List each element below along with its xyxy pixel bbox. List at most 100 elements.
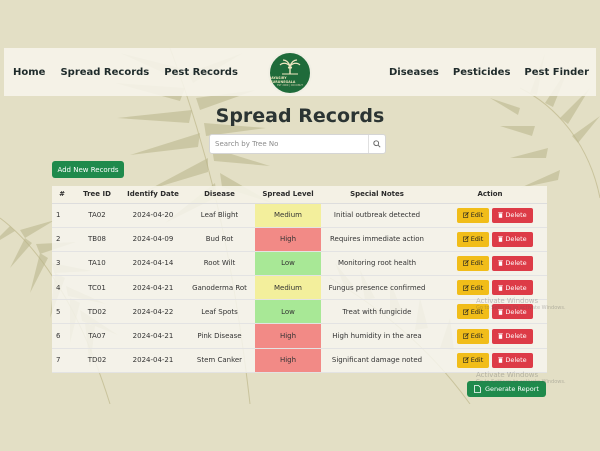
special-notes-cell: Fungus presence confirmed [321,275,433,301]
delete-label: Delete [505,259,527,268]
nav-home-link[interactable]: Home [13,67,45,78]
disease-cell: Ganoderma Rot [184,275,255,301]
col-header-spread-level: Spread Level [255,186,321,204]
spread-level-cell: High [255,323,321,349]
edit-icon [462,308,469,315]
disease-cell: Stem Canker [184,348,255,373]
identify-date-cell: 2024-04-21 [122,275,184,301]
row-number: 5 [52,299,72,325]
edit-icon [462,284,469,291]
spread-level-cell: Medium [255,203,321,228]
edit-icon [462,236,469,243]
delete-button[interactable]: Delete [492,280,533,296]
row-number: 7 [52,348,72,373]
nav-spread-records-link[interactable]: Spread Records [60,67,149,78]
records-table-container: # Tree ID Identify Date Disease Spread L… [52,186,547,373]
edit-icon [462,260,469,267]
delete-label: Delete [505,211,527,220]
generate-report-button[interactable]: Generate Report [467,381,546,397]
table-row: 4 TC01 2024-04-21 Ganoderma Rot Medium Fungus… [52,275,547,301]
spread-level-cell: High [255,348,321,373]
table-row: 1 TA02 2024-04-20 Leaf Blight Medium Initial … [52,203,547,228]
col-header-special-notes: Special Notes [321,186,433,204]
page-title: Spread Records [215,105,385,127]
table-row: 6 TA07 2024-04-21 Pink Disease High High humi… [52,323,547,349]
table-row: 7 TD02 2024-04-21 Stem Canker High Significan… [52,348,547,373]
special-notes-cell: Significant damage noted [321,348,433,373]
table-header-row: # Tree ID Identify Date Disease Spread L… [52,186,547,204]
special-notes-cell: Treat with fungicide [321,299,433,325]
table-row: 3 TA10 2024-04-14 Root Wilt Low Monitoring ro… [52,251,547,277]
delete-button[interactable]: Delete [492,304,533,320]
table-row: 5 TD02 2024-04-22 Leaf Spots Low Treat with f… [52,299,547,325]
edit-label: Edit [470,235,484,244]
trash-icon [498,212,504,218]
search-box [209,134,386,154]
special-notes-cell: Requires immediate action [321,227,433,252]
disease-cell: Pink Disease [184,323,255,349]
coconut-tree-icon [279,59,301,75]
edit-button[interactable]: Edit [457,328,489,344]
brand-logo[interactable]: JAYASIRY KURUNEGALA EST 2009 | COCONUT [268,51,312,95]
edit-label: Edit [470,259,484,268]
delete-label: Delete [505,332,527,341]
disease-cell: Leaf Blight [184,203,255,228]
spread-level-cell: Medium [255,275,321,301]
col-header-identify-date: Identify Date [122,186,184,204]
tree-id-cell: TB08 [72,227,122,252]
edit-button[interactable]: Edit [457,207,489,223]
delete-label: Delete [505,235,527,244]
delete-button[interactable]: Delete [492,255,533,271]
nav-pest-records-link[interactable]: Pest Records [164,67,238,78]
col-header-action: Action [433,186,547,204]
delete-button[interactable]: Delete [492,328,533,344]
row-number: 3 [52,251,72,277]
tree-id-cell: TA10 [72,251,122,277]
edit-icon [462,357,469,364]
edit-button[interactable]: Edit [457,280,489,296]
delete-button[interactable]: Delete [492,207,533,223]
special-notes-cell: High humidity in the area [321,323,433,349]
row-number: 6 [52,323,72,349]
nav-pest-finder-link[interactable]: Pest Finder [524,67,589,78]
add-new-records-button[interactable]: Add New Records [52,161,124,178]
nav-right-group: Diseases Pesticides Pest Finder [389,48,589,96]
nav-pesticides-link[interactable]: Pesticides [453,67,511,78]
trash-icon [498,236,504,243]
search-input[interactable] [210,135,365,153]
action-cell: Edit Delete [433,227,547,252]
delete-label: Delete [505,356,527,365]
trash-icon [498,357,504,364]
logo-subtitle: EST 2009 | COCONUT [277,84,303,87]
action-cell: Edit Delete [433,348,547,373]
edit-icon [462,333,469,339]
trash-icon [498,333,504,339]
delete-button[interactable]: Delete [492,231,533,247]
special-notes-cell: Monitoring root health [321,251,433,277]
edit-button[interactable]: Edit [457,352,489,368]
disease-cell: Leaf Spots [184,299,255,325]
edit-button[interactable]: Edit [457,304,489,320]
trash-icon [498,309,504,315]
disease-cell: Root Wilt [184,251,255,277]
table-row: 2 TB08 2024-04-09 Bud Rot High Requires immed… [52,227,547,252]
action-cell: Edit Delete [433,203,547,228]
col-header-tree-id: Tree ID [72,186,122,204]
edit-label: Edit [470,211,484,220]
edit-button[interactable]: Edit [457,231,489,247]
delete-button[interactable]: Delete [492,352,533,368]
tree-id-cell: TC01 [72,275,122,301]
tree-id-cell: TA07 [72,323,122,349]
action-cell: Edit Delete [433,299,547,325]
edit-label: Edit [470,283,484,292]
edit-button[interactable]: Edit [457,255,489,271]
nav-diseases-link[interactable]: Diseases [389,67,439,78]
action-cell: Edit Delete [433,275,547,301]
edit-icon [462,212,469,218]
row-number: 2 [52,227,72,252]
logo-title: JAYASIRY KURUNEGALA [270,76,296,84]
col-header-disease: Disease [184,186,255,204]
tree-id-cell: TA02 [72,203,122,228]
tree-id-cell: TD02 [72,299,122,325]
search-button[interactable] [368,135,385,153]
